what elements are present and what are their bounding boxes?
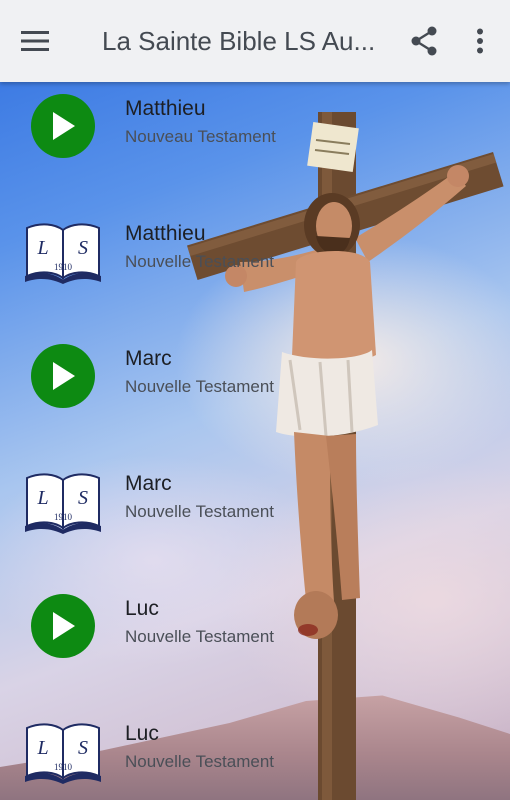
item-title: Matthieu	[125, 222, 206, 245]
item-title: Matthieu	[125, 97, 206, 120]
list-item[interactable]: Luc Nouvelle Testament	[0, 582, 510, 682]
list-item[interactable]: Marc Nouvelle Testament	[0, 332, 510, 432]
bible-icon-letter-s: S	[78, 237, 88, 259]
bible-icon-letter-l: L	[36, 487, 48, 509]
app-bar: La Sainte Bible LS Au...	[0, 0, 510, 82]
bible-icon-year: 1910	[54, 762, 73, 772]
bible-icon-letter-s: S	[78, 737, 88, 759]
item-title: Marc	[125, 472, 172, 495]
share-button[interactable]	[398, 0, 450, 82]
bible-icon-letter-l: L	[36, 737, 48, 759]
bible-icon-year: 1910	[54, 262, 73, 272]
item-title: Marc	[125, 347, 172, 370]
bible-icon-letter-l: L	[36, 237, 48, 259]
play-button[interactable]	[22, 90, 104, 162]
item-subtitle: Nouvelle Testament	[125, 502, 274, 521]
play-icon	[53, 112, 75, 140]
menu-button[interactable]	[0, 0, 70, 82]
item-subtitle: Nouvelle Testament	[125, 752, 274, 771]
item-subtitle: Nouvelle Testament	[125, 252, 274, 271]
more-vert-icon	[477, 28, 483, 54]
list-item[interactable]: L S 1910 Matthieu Nouvelle Testament	[0, 207, 510, 307]
list-item[interactable]: L S 1910 Marc Nouvelle Testament	[0, 457, 510, 557]
play-icon	[53, 362, 75, 390]
hamburger-menu-icon	[21, 31, 49, 51]
share-icon	[411, 26, 437, 56]
play-icon	[53, 612, 75, 640]
item-subtitle: Nouvelle Testament	[125, 377, 274, 396]
item-subtitle: Nouveau Testament	[125, 127, 276, 146]
bible-ls1910-icon[interactable]: L S 1910	[22, 215, 104, 287]
bible-ls1910-icon[interactable]: L S 1910	[22, 465, 104, 537]
item-title: Luc	[125, 597, 159, 620]
overflow-menu-button[interactable]	[450, 0, 510, 82]
list-item[interactable]: Matthieu Nouveau Testament	[0, 82, 510, 182]
app-title: La Sainte Bible LS Au...	[102, 25, 376, 56]
bible-icon-letter-s: S	[78, 487, 88, 509]
list-item[interactable]: L S 1910 Luc Nouvelle Testament	[0, 707, 510, 800]
play-button[interactable]	[22, 340, 104, 412]
item-subtitle: Nouvelle Testament	[125, 627, 274, 646]
play-button[interactable]	[22, 590, 104, 662]
item-title: Luc	[125, 722, 159, 745]
bible-icon-year: 1910	[54, 512, 73, 522]
bible-ls1910-icon[interactable]: L S 1910	[22, 715, 104, 787]
